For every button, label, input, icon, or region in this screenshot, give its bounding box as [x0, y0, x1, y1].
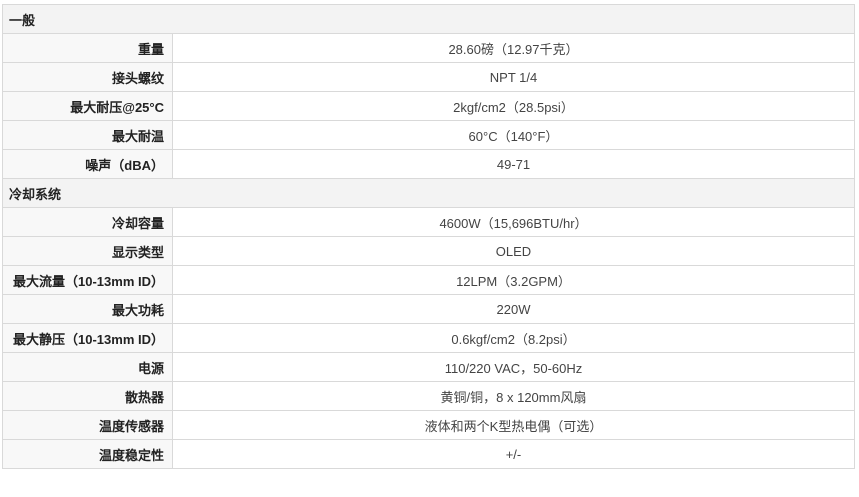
row-value: 0.6kgf/cm2（8.2psi）	[172, 323, 855, 353]
row-value: NPT 1/4	[172, 62, 855, 92]
section-header-general: 一般	[2, 4, 855, 34]
row-label: 最大耐温	[2, 120, 173, 150]
table-row: 最大耐温 60°C（140°F）	[2, 120, 855, 150]
row-value: 110/220 VAC，50-60Hz	[172, 352, 855, 382]
row-value: 2kgf/cm2（28.5psi）	[172, 91, 855, 121]
row-value: +/-	[172, 439, 855, 469]
row-label: 最大静压（10-13mm ID）	[2, 323, 173, 353]
table-row: 显示类型 OLED	[2, 236, 855, 266]
row-label: 噪声（dBA）	[2, 149, 173, 179]
table-row: 散热器 黄铜/铜，8 x 120mm风扇	[2, 381, 855, 411]
spec-table: 一般 重量 28.60磅（12.97千克） 接头螺纹 NPT 1/4 最大耐压@…	[2, 4, 855, 469]
table-row: 接头螺纹 NPT 1/4	[2, 62, 855, 92]
table-row: 最大耐压@25°C 2kgf/cm2（28.5psi）	[2, 91, 855, 121]
row-value: 60°C（140°F）	[172, 120, 855, 150]
section-title: 冷却系统	[2, 178, 855, 208]
table-row: 最大流量（10-13mm ID） 12LPM（3.2GPM）	[2, 265, 855, 295]
table-row: 电源 110/220 VAC，50-60Hz	[2, 352, 855, 382]
table-row: 温度稳定性 +/-	[2, 439, 855, 469]
row-value: 液体和两个K型热电偶（可选）	[172, 410, 855, 440]
row-label: 电源	[2, 352, 173, 382]
row-label: 最大耐压@25°C	[2, 91, 173, 121]
row-label: 接头螺纹	[2, 62, 173, 92]
table-row: 最大静压（10-13mm ID） 0.6kgf/cm2（8.2psi）	[2, 323, 855, 353]
row-label: 最大功耗	[2, 294, 173, 324]
row-label: 重量	[2, 33, 173, 63]
row-label: 散热器	[2, 381, 173, 411]
section-header-cooling: 冷却系统	[2, 178, 855, 208]
row-value: 49-71	[172, 149, 855, 179]
row-label: 温度稳定性	[2, 439, 173, 469]
row-value: 28.60磅（12.97千克）	[172, 33, 855, 63]
table-row: 最大功耗 220W	[2, 294, 855, 324]
row-value: 220W	[172, 294, 855, 324]
table-row: 重量 28.60磅（12.97千克）	[2, 33, 855, 63]
row-label: 显示类型	[2, 236, 173, 266]
table-row: 冷却容量 4600W（15,696BTU/hr）	[2, 207, 855, 237]
row-label: 温度传感器	[2, 410, 173, 440]
row-value: 12LPM（3.2GPM）	[172, 265, 855, 295]
row-value: OLED	[172, 236, 855, 266]
row-label: 冷却容量	[2, 207, 173, 237]
row-value: 黄铜/铜，8 x 120mm风扇	[172, 381, 855, 411]
section-title: 一般	[2, 4, 855, 34]
table-row: 温度传感器 液体和两个K型热电偶（可选）	[2, 410, 855, 440]
row-value: 4600W（15,696BTU/hr）	[172, 207, 855, 237]
table-row: 噪声（dBA） 49-71	[2, 149, 855, 179]
row-label: 最大流量（10-13mm ID）	[2, 265, 173, 295]
